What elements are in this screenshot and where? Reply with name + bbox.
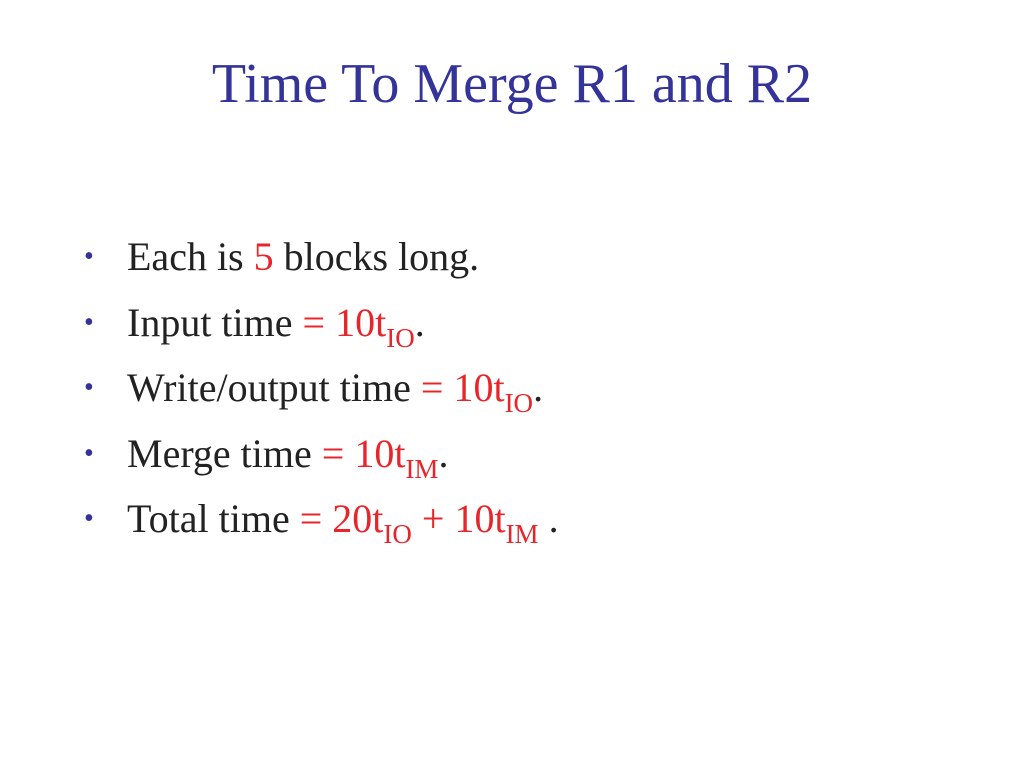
bullet-text: Write/output time = 10tIO. — [127, 357, 543, 419]
bullet-marker: • — [84, 306, 94, 338]
highlighted-value: = 10t — [321, 430, 406, 476]
bullet-marker: • — [84, 503, 94, 534]
subscript: IO — [504, 388, 534, 418]
bullet-text-segment: Merge time — [127, 430, 322, 476]
subscript: IO — [383, 519, 412, 549]
highlighted-value: = 10t — [302, 299, 387, 345]
bullet-text-segment: . — [438, 430, 449, 476]
bullet-marker: • — [84, 437, 94, 469]
subscript: IM — [505, 519, 539, 549]
highlighted-value: 5 — [253, 234, 274, 279]
bullet-marker: • — [84, 241, 94, 272]
subscript: IM — [405, 453, 439, 484]
bullet-text-segment: . — [538, 496, 559, 541]
bullet-text-segment: Total time — [127, 496, 300, 541]
subscript: IO — [386, 322, 415, 353]
bullet-text-segment: . — [533, 365, 544, 410]
bullet-text-segment: Write/output time — [127, 365, 421, 410]
bullet-text-segment: Input time — [127, 299, 303, 345]
slide: Time To Merge R1 and R2 • Each is 5 block… — [0, 0, 1024, 768]
bullet-text-segment: blocks long. — [273, 234, 480, 279]
highlighted-value: + 10t — [411, 496, 506, 541]
bullet-text-segment: . — [414, 299, 425, 345]
bullet-text: Input time = 10tIO. — [127, 292, 425, 354]
highlighted-value: = 20t — [299, 496, 384, 541]
bullet-text: Merge time = 10tIM. — [127, 423, 448, 485]
highlighted-value: = 10t — [420, 365, 505, 410]
bullet-marker: • — [84, 372, 94, 403]
bullet-text-segment: Each is — [127, 234, 254, 279]
bullet-text: Each is 5 blocks long. — [127, 226, 479, 288]
bullet-text: Total time = 20tIO + 10tIM . — [127, 488, 559, 550]
slide-title: Time To Merge R1 and R2 — [211, 53, 813, 115]
